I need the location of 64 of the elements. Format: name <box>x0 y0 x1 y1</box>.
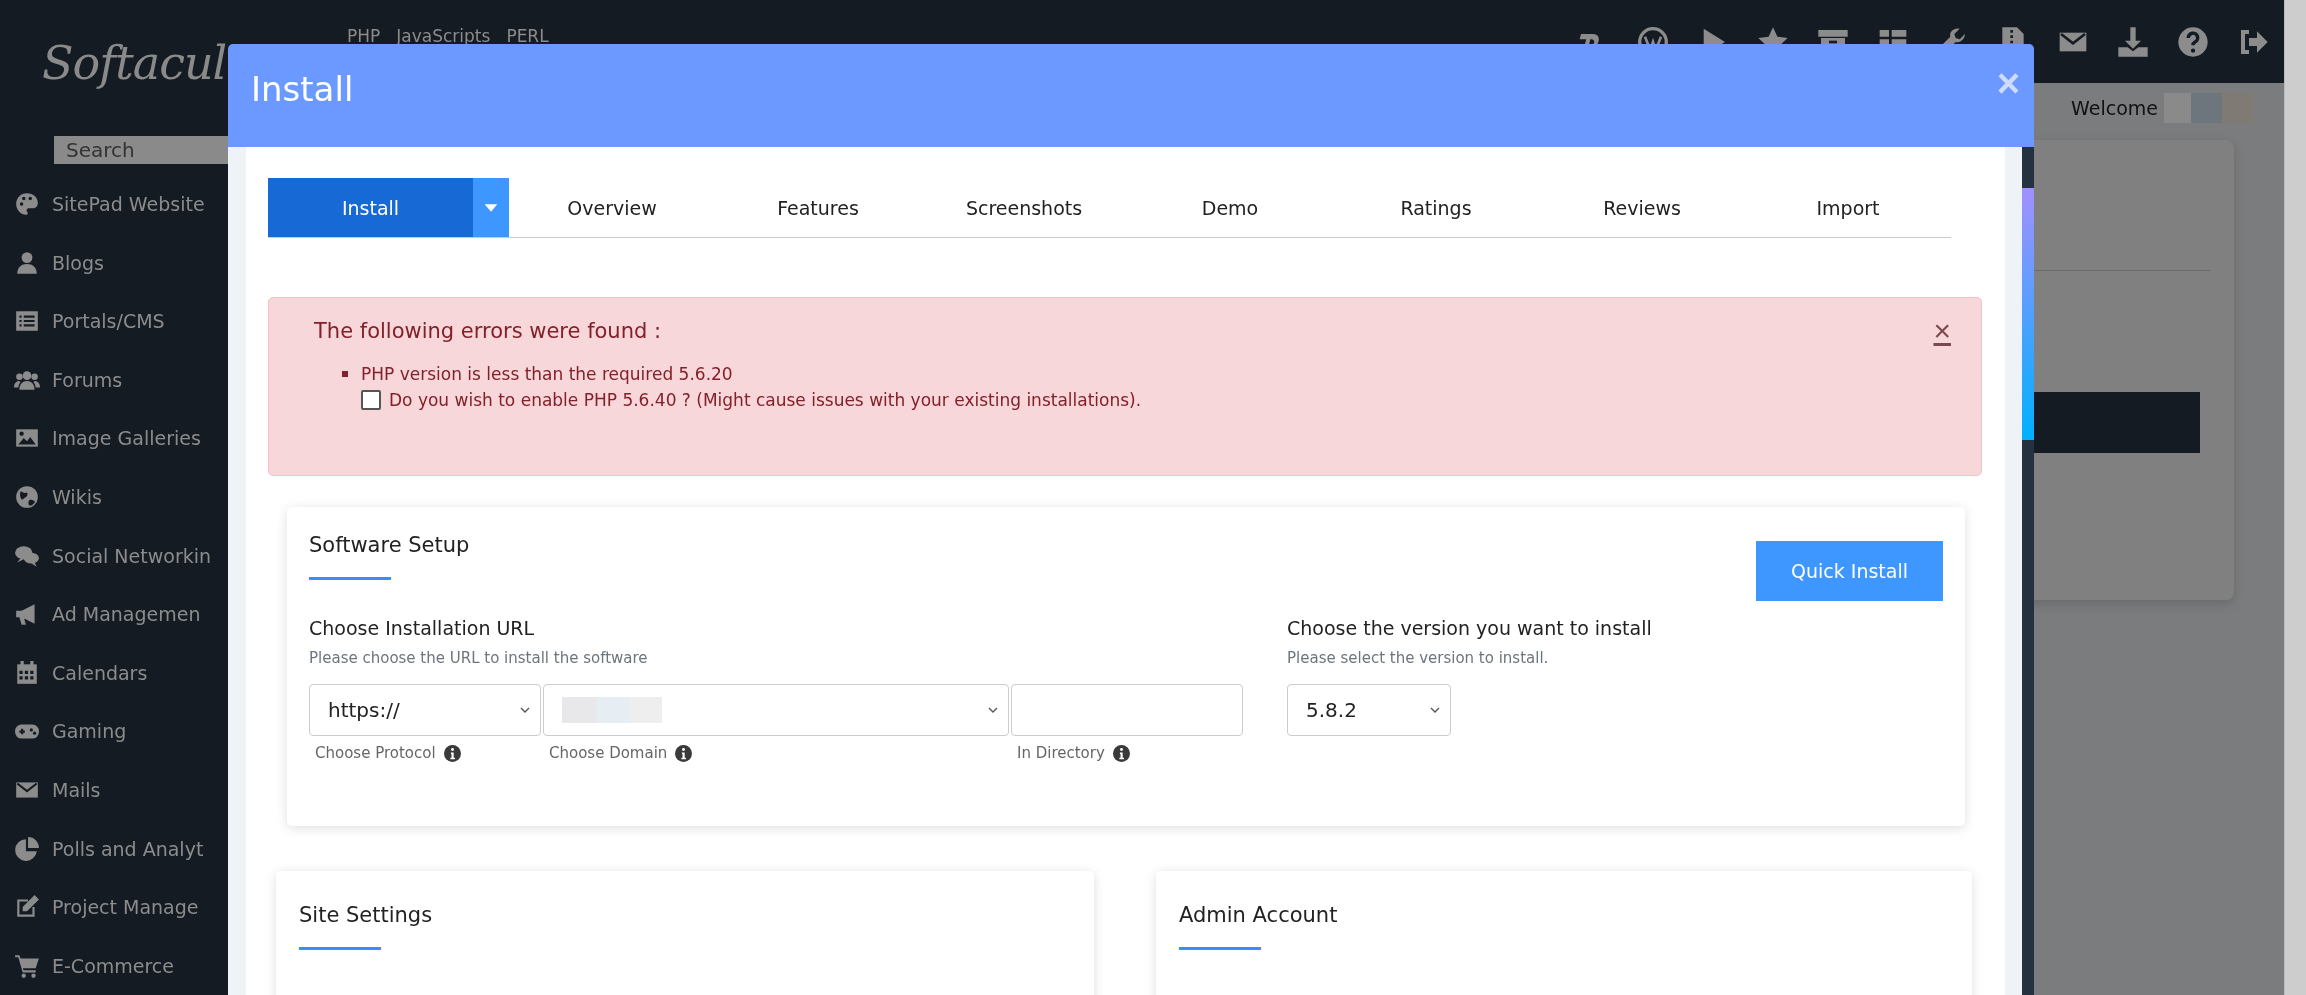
field-hint: Please choose the URL to install the software <box>309 649 649 667</box>
sidebar-item[interactable]: Social Networkin <box>0 526 228 585</box>
field-caption: Choose Domain <box>549 744 668 762</box>
sidebar-item[interactable]: Gaming <box>0 702 228 761</box>
calendar-icon <box>14 659 40 686</box>
tab[interactable]: Features <box>715 178 921 237</box>
cart-icon <box>14 952 40 979</box>
welcome-text: Welcome <box>2071 97 2158 119</box>
info-icon[interactable] <box>675 744 693 762</box>
field-caption: In Directory <box>1017 744 1105 762</box>
section-title: Site Settings <box>299 903 434 927</box>
palette-icon <box>14 191 40 217</box>
error-message: PHP version is less than the required 5.6.20 <box>361 364 733 384</box>
quick-install-button[interactable]: Quick Install <box>1756 541 1943 601</box>
sidebar-item[interactable]: E-Commerce <box>0 936 228 995</box>
close-button[interactable]: × <box>1933 316 1951 346</box>
checkbox[interactable] <box>361 390 381 410</box>
protocol-select[interactable]: https:// <box>309 684 541 736</box>
info-icon[interactable] <box>1112 744 1130 762</box>
tab[interactable]: Import <box>1745 178 1951 237</box>
tab[interactable]: Ratings <box>1333 178 1539 237</box>
tab[interactable]: Reviews <box>1539 178 1745 237</box>
nav-link[interactable]: PHP <box>347 26 381 46</box>
sidebar-item[interactable]: Project Manage <box>0 877 228 937</box>
info-icon[interactable] <box>443 744 461 762</box>
field-caption: Choose Protocol <box>315 744 436 762</box>
sidebar-item[interactable]: Polls and Analyt <box>0 819 228 878</box>
dropdown-toggle[interactable] <box>473 178 509 237</box>
dialog-title: Install <box>251 68 354 109</box>
tab[interactable]: Install <box>268 178 473 237</box>
bullet-icon <box>342 371 348 377</box>
caret-icon <box>483 202 499 213</box>
sidebar-item[interactable]: Portals/CMS <box>0 291 228 351</box>
chevron-icon <box>988 707 998 713</box>
sidebar-item[interactable]: Wikis <box>0 467 228 527</box>
field-hint: Please select the version to install. <box>1287 649 1550 667</box>
scrollbar[interactable] <box>2284 0 2306 995</box>
directory-field[interactable] <box>1011 684 1243 736</box>
field-label: Choose the version you want to install <box>1287 617 1652 639</box>
sidebar-item[interactable]: Calendars <box>0 643 228 703</box>
checkbox-label: Do you wish to enable PHP 5.6.40 ? (Might cause issues with your existing installations). <box>389 390 1142 410</box>
version-select[interactable]: 5.8.2 <box>1287 684 1451 736</box>
sidebar-item[interactable]: Mails <box>0 760 228 820</box>
chevron-icon <box>520 707 530 713</box>
sidebar-item[interactable]: SitePad Website <box>0 174 228 234</box>
globe-icon <box>14 483 40 510</box>
sidebar-item[interactable]: Forums <box>0 350 228 410</box>
nav-link[interactable]: PERL <box>506 26 549 46</box>
tab[interactable]: Overview <box>509 178 715 237</box>
chevron-icon <box>1430 707 1440 713</box>
download-icon[interactable] <box>2116 26 2150 58</box>
section-title: Admin Account <box>1179 903 1339 927</box>
help-icon[interactable] <box>2176 26 2210 58</box>
sidebar-item[interactable]: Ad Managemen <box>0 584 228 644</box>
sidebar-item[interactable]: Blogs <box>0 233 228 292</box>
alert-title: The following errors were found : <box>314 319 662 343</box>
user-icon <box>14 249 40 276</box>
tab[interactable]: Screenshots <box>921 178 1127 237</box>
pie-icon <box>14 835 40 862</box>
nav-link[interactable]: JavaScripts <box>396 26 491 46</box>
tab[interactable]: Demo <box>1127 178 1333 237</box>
field-label: Choose Installation URL <box>309 617 536 639</box>
section-title: Software Setup <box>309 533 470 557</box>
sidebar-item[interactable]: Image Galleries <box>0 409 228 468</box>
